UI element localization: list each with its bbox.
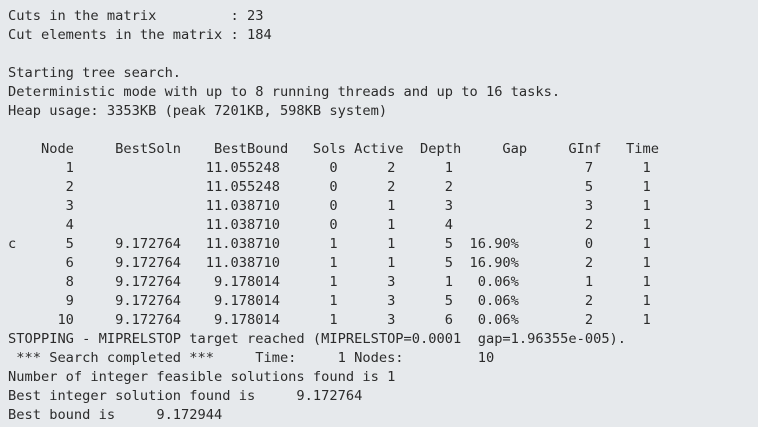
table-row: 4 11.038710 0 1 4 2 1 [8,217,651,233]
table-row: c 5 9.172764 11.038710 1 1 5 16.90% 0 1 [8,236,651,252]
console-line-solutions-count: Number of integer feasible solutions fou… [8,369,396,385]
table-header-row: Node BestSoln BestBound Sols Active Dept… [8,141,660,157]
table-row: 3 11.038710 0 1 3 3 1 [8,198,651,214]
console-line-search-completed: *** Search completed *** Time: 1 Nodes: … [8,350,495,366]
console-line-cuts: Cuts in the matrix : 23 [8,8,264,24]
console-line-best-solution: Best integer solution found is 9.172764 [8,388,363,404]
table-row: 1 11.055248 0 2 1 7 1 [8,160,651,176]
table-row: 10 9.172764 9.178014 1 3 6 0.06% 2 1 [8,312,651,328]
console-line-heap: Heap usage: 3353KB (peak 7201KB, 598KB s… [8,103,388,119]
console-line-stopping: STOPPING - MIPRELSTOP target reached (MI… [8,331,627,347]
console-line-start-search: Starting tree search. [8,65,182,81]
console-line-cut-elements: Cut elements in the matrix : 184 [8,27,272,43]
table-row: 2 11.055248 0 2 2 5 1 [8,179,651,195]
console-line-threads: Deterministic mode with up to 8 running … [8,84,561,100]
table-row: 9 9.172764 9.178014 1 3 5 0.06% 2 1 [8,293,651,309]
console-output: Cuts in the matrix : 23 Cut elements in … [0,0,758,427]
table-row: 8 9.172764 9.178014 1 3 1 0.06% 1 1 [8,274,651,290]
console-line-best-bound: Best bound is 9.172944 [8,407,223,423]
table-row: 6 9.172764 11.038710 1 1 5 16.90% 2 1 [8,255,651,271]
